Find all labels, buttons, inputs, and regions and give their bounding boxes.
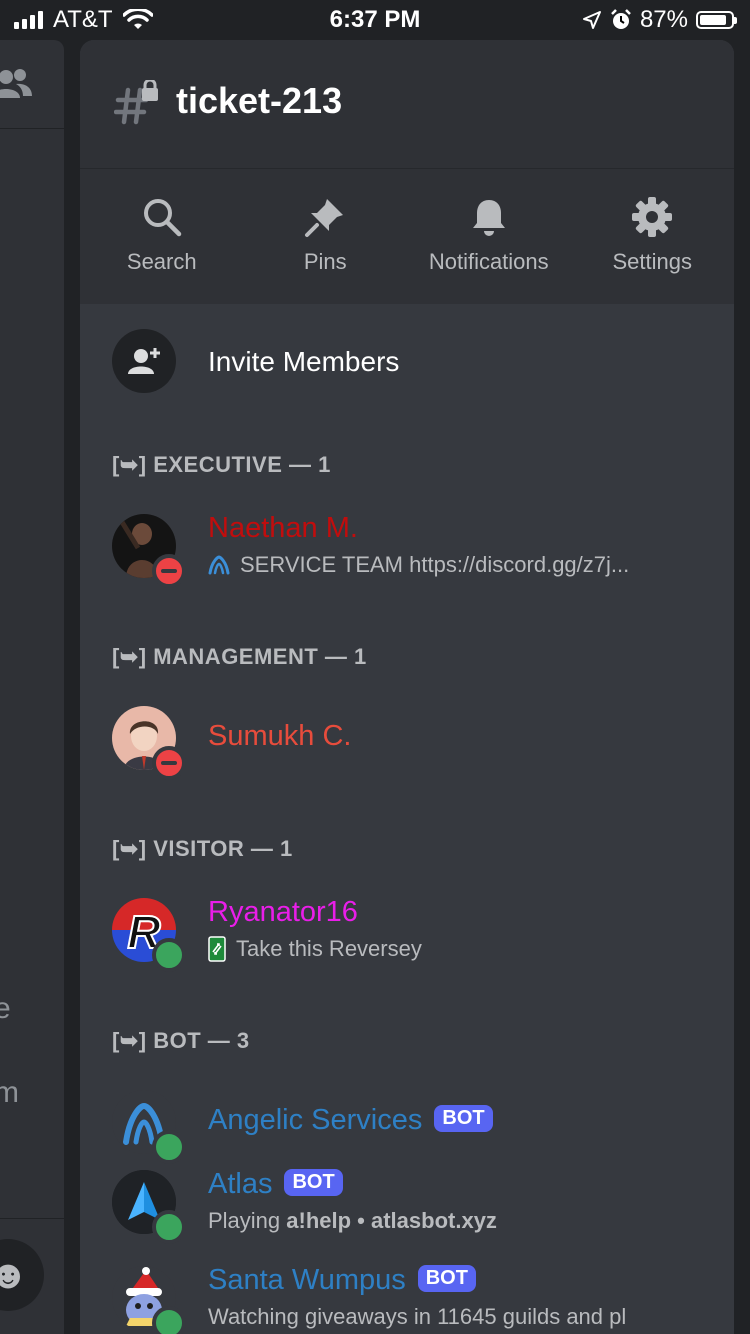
invite-members-button[interactable]: Invite Members — [80, 304, 734, 422]
reverse-card-icon — [208, 936, 226, 962]
role-section-header: [➥] MANAGEMENT — 1 — [112, 644, 367, 669]
invite-members-label: Invite Members — [208, 346, 400, 377]
search-icon — [143, 199, 181, 237]
member-activity: Take this Reversey — [208, 936, 422, 962]
member-row-santa-wumpus[interactable]: Santa Wumpus BOT Watching giveaways in 11… — [80, 1258, 734, 1334]
member-row-sumukh[interactable]: Sumukh C. — [80, 698, 734, 780]
angelic-logo-icon — [208, 555, 230, 575]
channel-info-panel: ticket-213 Search Pins Notifications Set… — [80, 40, 734, 1334]
pins-label: Pins — [303, 249, 347, 274]
channel-name: ticket-213 — [176, 80, 343, 121]
member-activity: Watching giveaways in 11645 guilds and p… — [208, 1304, 626, 1330]
dnd-status-icon — [152, 746, 186, 780]
online-status-icon — [152, 1210, 186, 1244]
member-row-angelic-services[interactable]: Angelic Services BOT — [80, 1082, 734, 1164]
member-name: Sumukh C. — [208, 720, 352, 752]
bot-badge: BOT — [434, 1104, 493, 1132]
member-row-naethan[interactable]: Naethan M. SERVICE TEAM https://discord.… — [80, 506, 734, 588]
role-section-header: [➥] VISITOR — 1 — [112, 836, 293, 861]
bell-icon — [472, 200, 505, 236]
member-name-text: Santa Wumpus — [208, 1264, 406, 1296]
activity-text: Watching giveaways in 11645 guilds and p… — [208, 1304, 627, 1329]
pin-icon — [305, 199, 344, 237]
add-user-icon — [112, 329, 176, 393]
notifications-button[interactable]: Notifications — [407, 169, 571, 304]
member-name: Ryanator16 — [208, 896, 358, 928]
member-name: Naethan M. — [208, 512, 358, 544]
member-activity: Playing a!help • atlasbot.xyz — [208, 1208, 497, 1234]
activity-text: SERVICE TEAM https://discord.gg/z7j... — [240, 552, 630, 577]
status-bar: AT&T 6:37 PM 87% — [0, 0, 750, 40]
notifications-label: Notifications — [428, 249, 549, 274]
location-arrow-icon — [582, 11, 601, 29]
role-section-header: [➥] EXECUTIVE — 1 — [112, 452, 331, 477]
smile-icon[interactable]: ☻ — [0, 1239, 44, 1311]
channel-actions: Search Pins Notifications Settings — [80, 169, 734, 304]
search-button[interactable]: Search — [80, 169, 244, 304]
pins-button[interactable]: Pins — [244, 169, 408, 304]
activity-prefix: Playing — [208, 1208, 287, 1233]
gear-icon — [632, 197, 673, 237]
member-row-atlas[interactable]: Atlas BOT Playing a!help • atlasbot.xyz — [80, 1162, 734, 1244]
activity-text: Take this Reversey — [236, 936, 422, 961]
bot-badge: BOT — [284, 1168, 343, 1196]
activity-game: a!help • atlasbot.xyz — [286, 1208, 497, 1233]
bot-badge: BOT — [417, 1264, 476, 1292]
search-label: Search — [126, 249, 197, 274]
online-status-icon — [152, 1306, 186, 1334]
role-section-header: [➥] BOT — 3 — [112, 1028, 250, 1053]
member-name: Atlas BOT — [208, 1168, 343, 1201]
member-activity: SERVICE TEAM https://discord.gg/z7j... — [208, 552, 629, 578]
left-pane-header — [0, 40, 64, 129]
friends-icon[interactable] — [0, 64, 32, 104]
online-status-icon — [152, 1130, 186, 1164]
member-row-ryanator16[interactable]: R Ryanator16 Take this Reversey — [80, 890, 734, 972]
channel-list-pane: e m ☻ — [0, 40, 64, 1334]
dnd-status-icon — [152, 554, 186, 588]
member-name: Santa Wumpus BOT — [208, 1264, 476, 1297]
member-name-text: Atlas — [208, 1168, 273, 1200]
left-pane-text-fragment: e — [0, 992, 11, 1025]
battery-percent: 87% — [639, 6, 688, 33]
member-name: Angelic Services BOT — [208, 1104, 493, 1137]
settings-button[interactable]: Settings — [571, 169, 735, 304]
left-pane-text-fragment: m — [0, 1076, 19, 1109]
online-status-icon — [152, 938, 186, 972]
left-pane-footer: ☻ — [0, 1218, 64, 1334]
member-name-text: Angelic Services — [208, 1104, 423, 1136]
alarm-icon — [611, 9, 631, 29]
settings-label: Settings — [612, 249, 693, 274]
battery-icon — [696, 11, 737, 29]
panel-header: ticket-213 — [80, 40, 734, 169]
hash-lock-icon — [114, 80, 158, 125]
